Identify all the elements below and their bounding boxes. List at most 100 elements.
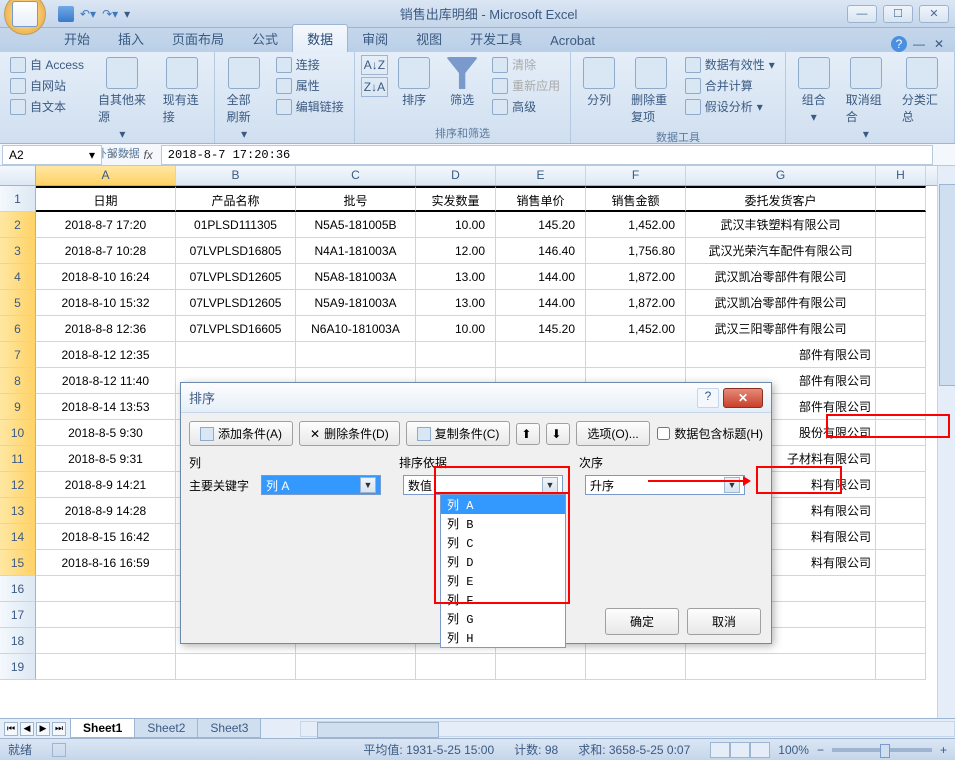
table-cell[interactable]: 1,872.00 — [586, 290, 686, 316]
from-text-button[interactable]: 自文本 — [6, 97, 88, 116]
sort-order-select[interactable]: 升序▼ — [585, 475, 745, 495]
table-cell[interactable] — [416, 342, 496, 368]
table-cell[interactable]: 1,872.00 — [586, 264, 686, 290]
cancel-button[interactable]: 取消 — [687, 608, 761, 635]
refresh-all-button[interactable]: 全部刷新▾ — [221, 55, 268, 143]
table-cell[interactable]: 13.00 — [416, 290, 496, 316]
table-cell[interactable]: 145.20 — [496, 316, 586, 342]
tab-view[interactable]: 视图 — [402, 25, 456, 52]
tab-insert[interactable]: 插入 — [104, 25, 158, 52]
table-cell[interactable]: 2018-8-12 12:35 — [36, 342, 176, 368]
sort-button[interactable]: 排序 — [392, 55, 436, 110]
table-header[interactable]: 批号 — [296, 186, 416, 212]
view-layout-icon[interactable] — [730, 742, 750, 758]
tab-dev[interactable]: 开发工具 — [456, 25, 536, 52]
sheet-prev-icon[interactable]: ◀ — [20, 722, 34, 736]
table-cell[interactable]: 2018-8-15 16:42 — [36, 524, 176, 550]
col-header-g[interactable]: G — [686, 166, 876, 185]
row-header[interactable]: 17 — [0, 602, 36, 628]
sheet-last-icon[interactable]: ⏭ — [52, 722, 66, 736]
sort-az-button[interactable]: A↓Z — [361, 55, 388, 75]
table-cell[interactable]: 146.40 — [496, 238, 586, 264]
from-access-button[interactable]: 自 Access — [6, 55, 88, 74]
tab-formulas[interactable]: 公式 — [238, 25, 292, 52]
row-header[interactable]: 8 — [0, 368, 36, 394]
table-cell[interactable]: 1,452.00 — [586, 316, 686, 342]
table-cell[interactable]: 2018-8-5 9:31 — [36, 446, 176, 472]
filter-button[interactable]: 筛选 — [440, 55, 484, 110]
data-valid-button[interactable]: 数据有效性 ▾ — [681, 55, 779, 74]
table-cell[interactable]: 2018-8-5 9:30 — [36, 420, 176, 446]
row-header[interactable]: 2 — [0, 212, 36, 238]
select-all-corner[interactable] — [0, 166, 36, 185]
col-header-h[interactable]: H — [876, 166, 926, 185]
table-cell[interactable]: 武汉凯冶零部件有限公司 — [686, 264, 876, 290]
sort-column-select[interactable]: 列 A▼ — [261, 475, 381, 495]
existing-conn-button[interactable]: 现有连接 — [157, 55, 208, 127]
group-button[interactable]: 组合▾ — [792, 55, 836, 126]
table-cell[interactable]: N5A9-181003A — [296, 290, 416, 316]
whatif-button[interactable]: 假设分析 ▾ — [681, 97, 779, 116]
dialog-close-button[interactable]: ✕ — [723, 388, 763, 408]
save-icon[interactable] — [58, 6, 74, 22]
dropdown-option[interactable]: 列 B — [441, 514, 565, 533]
table-cell[interactable]: 13.00 — [416, 264, 496, 290]
row-header[interactable]: 10 — [0, 420, 36, 446]
sheet-tab-1[interactable]: Sheet1 — [70, 719, 135, 738]
close-button[interactable]: ✕ — [919, 5, 949, 23]
table-cell[interactable] — [586, 654, 686, 680]
table-cell[interactable]: 07LVPLSD16805 — [176, 238, 296, 264]
table-cell[interactable] — [416, 654, 496, 680]
col-header-e[interactable]: E — [496, 166, 586, 185]
table-cell[interactable] — [36, 654, 176, 680]
move-down-button[interactable]: ⬇ — [546, 423, 570, 445]
table-cell[interactable]: 部件有限公司 — [686, 342, 876, 368]
tab-acrobat[interactable]: Acrobat — [536, 29, 609, 52]
table-cell[interactable]: 10.00 — [416, 316, 496, 342]
table-cell[interactable]: 2018-8-8 12:36 — [36, 316, 176, 342]
table-cell[interactable] — [876, 602, 926, 628]
table-cell[interactable]: N4A1-181003A — [296, 238, 416, 264]
row-header[interactable]: 1 — [0, 186, 36, 212]
table-cell[interactable]: 07LVPLSD12605 — [176, 290, 296, 316]
sheet-tab-3[interactable]: Sheet3 — [197, 719, 261, 738]
sheet-tab-2[interactable]: Sheet2 — [134, 719, 198, 738]
sort-on-select[interactable]: 数值▼ — [403, 475, 563, 495]
dropdown-option[interactable]: 列 D — [441, 552, 565, 571]
redo-icon[interactable]: ↷▾ — [102, 7, 118, 21]
table-cell[interactable]: 144.00 — [496, 264, 586, 290]
dialog-help-icon[interactable]: ? — [697, 388, 719, 408]
col-header-c[interactable]: C — [296, 166, 416, 185]
sort-za-button[interactable]: Z↓A — [361, 77, 388, 97]
table-cell[interactable]: 144.00 — [496, 290, 586, 316]
table-cell[interactable]: 10.00 — [416, 212, 496, 238]
delete-level-button[interactable]: ✕删除条件(D) — [299, 421, 400, 446]
undo-icon[interactable]: ↶▾ — [80, 7, 96, 21]
table-cell[interactable] — [876, 576, 926, 602]
zoom-slider[interactable] — [832, 748, 932, 752]
tab-review[interactable]: 审阅 — [348, 25, 402, 52]
table-cell[interactable]: 07LVPLSD16605 — [176, 316, 296, 342]
row-header[interactable]: 13 — [0, 498, 36, 524]
tab-layout[interactable]: 页面布局 — [158, 25, 238, 52]
row-header[interactable]: 3 — [0, 238, 36, 264]
vertical-scrollbar[interactable] — [937, 166, 955, 718]
text-to-col-button[interactable]: 分列 — [577, 55, 621, 110]
table-header[interactable]: 委托发货客户 — [686, 186, 876, 212]
add-level-button[interactable]: 添加条件(A) — [189, 421, 293, 446]
row-header[interactable]: 5 — [0, 290, 36, 316]
table-cell[interactable] — [496, 654, 586, 680]
properties-button[interactable]: 属性 — [272, 76, 348, 95]
table-cell[interactable] — [176, 342, 296, 368]
help-icon[interactable]: ? — [891, 36, 907, 52]
row-header[interactable]: 16 — [0, 576, 36, 602]
ribbon-min-icon[interactable]: — — [911, 36, 927, 52]
row-header[interactable]: 7 — [0, 342, 36, 368]
row-header[interactable]: 9 — [0, 394, 36, 420]
column-dropdown-list[interactable]: 列 A列 B列 C列 D列 E列 F列 G列 H — [440, 494, 566, 648]
table-cell[interactable]: 07LVPLSD12605 — [176, 264, 296, 290]
table-cell[interactable]: 2018-8-9 14:28 — [36, 498, 176, 524]
table-cell[interactable]: 2018-8-12 11:40 — [36, 368, 176, 394]
table-cell[interactable]: 武汉光荣汽车配件有限公司 — [686, 238, 876, 264]
col-header-a[interactable]: A — [36, 166, 176, 185]
